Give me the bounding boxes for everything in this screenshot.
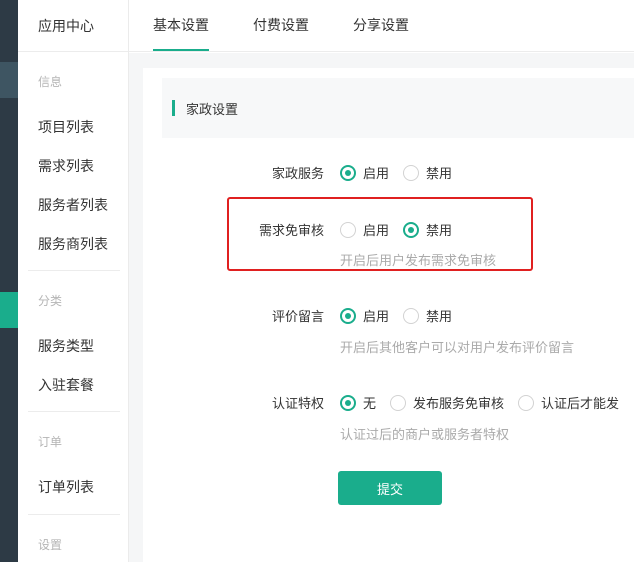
tab-basic-settings[interactable]: 基本设置 [153,0,209,52]
radio-publish-no-review[interactable]: 发布服务免审核 [390,393,504,412]
sidebar-item-order-list[interactable]: 订单列表 [38,477,94,497]
rail-selected-mark[interactable] [0,292,18,328]
radio-label: 禁用 [426,224,453,239]
radio-label: 启用 [363,224,390,239]
sidebar-divider [28,411,120,412]
section-title: 家政设置 [186,103,239,118]
radio-circle-icon [340,164,356,181]
radio-circle-icon [340,307,356,324]
radio-group-certification-privilege: 无 发布服务免审核 认证后才能发 [340,393,633,412]
radio-publish-after-cert[interactable]: 认证后才能发 [518,393,619,412]
sidebar-group-orders: 订单 [38,435,63,449]
radio-label: 无 [363,397,377,412]
radio-circle-icon [403,221,420,238]
sidebar-divider [28,270,120,271]
field-hint-demand-no-review: 开启后用户发布需求免审核 [340,254,497,269]
sidebar-header: 应用中心 [18,0,128,52]
sidebar-group-category: 分类 [38,294,63,308]
rail-active-mark[interactable] [0,62,18,98]
radio-enable[interactable]: 启用 [340,306,389,325]
radio-circle-icon [403,307,420,324]
submit-button[interactable]: 提交 [338,471,442,505]
sidebar-item-service-type[interactable]: 服务类型 [38,336,94,356]
radio-disable[interactable]: 禁用 [403,306,452,325]
tab-share-settings[interactable]: 分享设置 [353,0,409,52]
tab-payment-settings[interactable]: 付费设置 [253,0,309,52]
radio-circle-icon [518,394,535,411]
radio-circle-icon [390,394,407,411]
radio-label: 禁用 [426,167,453,182]
field-label-housekeeping-service: 家政服务 [271,167,324,182]
sidebar-item-demand-list[interactable]: 需求列表 [38,156,94,176]
sidebar: 应用中心 信息 项目列表 需求列表 服务者列表 服务商列表 分类 服务类型 入驻… [18,0,129,562]
radio-label: 禁用 [426,310,453,325]
sidebar-item-provider-list[interactable]: 服务者列表 [38,195,108,215]
radio-group-review-comment: 启用 禁用 [340,306,466,325]
radio-label: 发布服务免审核 [413,397,505,412]
field-hint-review-comment: 开启后其他客户可以对用户发布评价留言 [340,341,575,356]
sidebar-item-project-list[interactable]: 项目列表 [38,117,94,137]
radio-none[interactable]: 无 [340,393,376,412]
radio-enable[interactable]: 启用 [340,163,389,182]
sidebar-item-vendor-list[interactable]: 服务商列表 [38,234,108,254]
radio-circle-icon [403,164,420,181]
field-label-certification-privilege: 认证特权 [271,397,324,412]
radio-disable[interactable]: 禁用 [403,163,452,182]
radio-label: 启用 [363,310,390,325]
radio-enable[interactable]: 启用 [340,220,389,239]
radio-group-demand-no-review: 启用 禁用 [340,220,466,239]
app-rail [0,0,18,562]
sidebar-group-info: 信息 [38,75,63,89]
sidebar-divider [28,514,120,515]
section-header: 家政设置 [162,78,634,138]
field-hint-certification-privilege: 认证过后的商户或服务者特权 [340,428,510,443]
radio-label: 认证后才能发 [541,397,620,412]
radio-label: 启用 [363,167,390,182]
radio-circle-icon [340,221,356,238]
radio-group-housekeeping-service: 启用 禁用 [340,163,466,182]
sidebar-item-join-package[interactable]: 入驻套餐 [38,375,94,395]
tab-bar: 基本设置 付费设置 分享设置 [129,0,634,52]
field-label-review-comment: 评价留言 [271,310,324,325]
field-label-demand-no-review: 需求免审核 [258,224,324,239]
radio-circle-icon [340,394,356,411]
sidebar-group-settings: 设置 [38,538,63,552]
radio-disable[interactable]: 禁用 [403,220,452,239]
section-accent-bar [172,100,175,116]
